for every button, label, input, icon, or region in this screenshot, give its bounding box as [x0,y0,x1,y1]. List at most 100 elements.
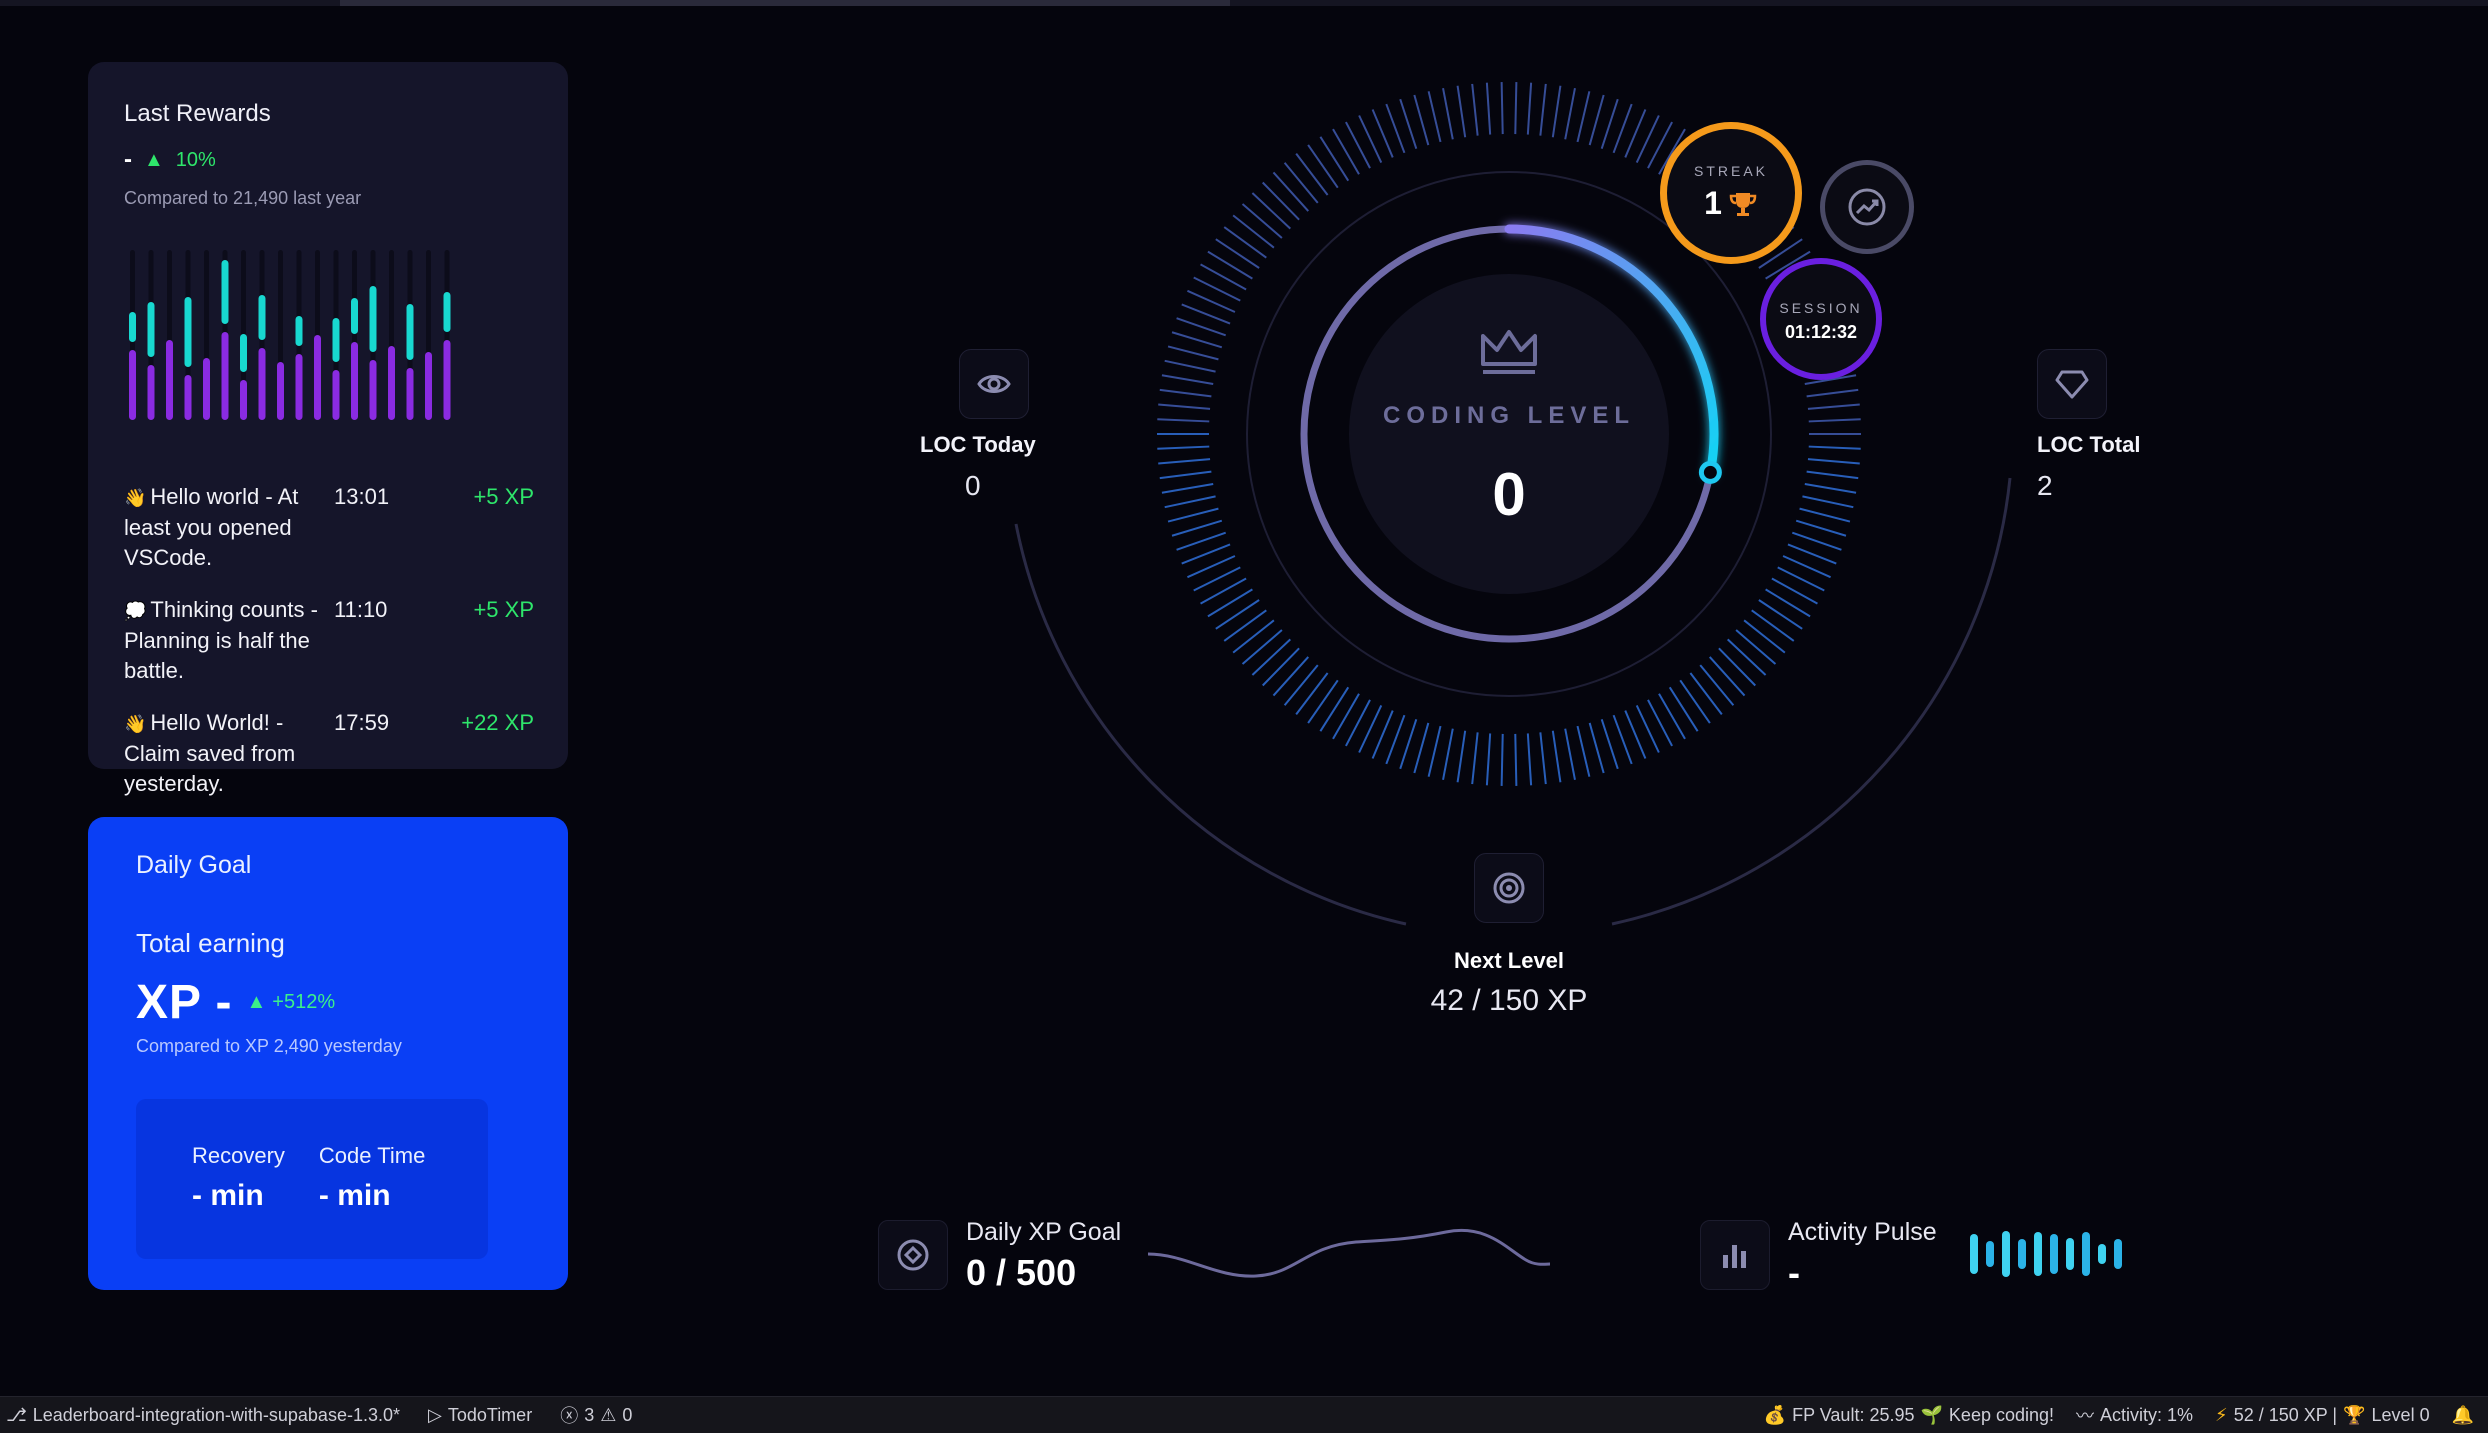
money-bag-icon: 💰 [1763,1404,1787,1425]
loc-today-icon-box[interactable] [959,349,1029,419]
daily-xp-goal-value: 0 / 500 [966,1252,1077,1293]
coding-level-label: CODING LEVEL [1382,402,1635,429]
dial-tick [1262,647,1300,687]
rewards-change-row: - ▲ 10% [124,146,532,174]
spark-bar-cyan [129,312,136,342]
rewards-title: Last Rewards [124,100,271,127]
dial-tick [1385,103,1406,154]
activity-pulse-icon-box[interactable] [1700,1220,1770,1290]
todo-timer-status[interactable]: ▷ TodoTimer [428,1405,532,1426]
dial-tick [1456,85,1467,138]
eye-icon [977,375,1011,393]
spark-bar-purple [129,350,136,420]
dial-tick [1576,91,1591,143]
spark-bar-purple [295,354,303,420]
rewards-compare: Compared to 21,490 last year [124,188,362,208]
dial-tick [1171,331,1223,349]
reward-xp: +22 XP [461,710,534,735]
dial-tick [1539,732,1547,785]
pulse-bar [2050,1234,2058,1274]
dial-tick [1200,577,1247,605]
dial-tick [1735,629,1777,665]
dial-tick [1283,664,1319,706]
status-bar: ⎇ Leaderboard-integration-with-supabase-… [0,1396,2488,1433]
dial-tick [1485,733,1492,786]
dial-tick [1808,418,1861,423]
time-summary-panel: Recovery - min Code Time - min [136,1099,488,1259]
dial-tick [1207,250,1253,280]
xp-status[interactable]: ⚡ 52 / 150 XP | 🏆 Level 0 [2215,1405,2430,1426]
dial-tick [1806,470,1859,480]
dial-tick [1612,103,1633,154]
dial-tick [1699,664,1735,706]
dial-tick [1399,719,1418,770]
warning-count: 0 [622,1404,633,1425]
pulse-bar [2082,1232,2090,1276]
level-progress-knob[interactable] [1698,460,1722,484]
code-time-value: - min [318,1179,391,1212]
code-time-label: Code Time [318,1143,426,1168]
dial-tick [1588,94,1605,146]
dial-tick [1708,656,1746,697]
dial-tick [1319,686,1350,732]
dial-tick [1200,263,1247,291]
branch-status[interactable]: ⎇ Leaderboard-integration-with-supabase-… [6,1405,400,1426]
rewards-value: - [124,146,132,173]
dial-tick [1241,629,1283,665]
reward-text: Thinking counts - Planning is half the b… [124,597,318,683]
dial-tick [1385,714,1406,765]
streak-badge[interactable]: STREAK 1 [1660,122,1802,264]
dial-tick [1207,588,1253,618]
dial-tick [1427,91,1442,143]
dial-tick [1164,359,1216,373]
streak-value: 1 [1704,185,1722,221]
dial-tick [1551,85,1562,138]
spark-bar-cyan [332,318,340,362]
notifications-button[interactable]: 🔔 [2452,1405,2474,1426]
error-count: 3 [584,1404,595,1425]
session-badge[interactable]: SESSION 01:12:32 [1760,258,1882,380]
dial-tick [1171,519,1223,537]
dial-tick [1295,672,1329,715]
fp-vault-status[interactable]: 💰 FP Vault: 25.95 🌱 Keep coding! [1764,1405,2054,1426]
trophy-icon: 🏆 [2343,1404,2366,1425]
next-level-icon-box[interactable] [1474,853,1544,923]
dial-tick [1668,686,1699,732]
dial-tick [1807,458,1860,465]
dial-tick [1223,609,1267,642]
dial-tick [1514,733,1518,786]
fp-vault-text: FP Vault: 25.95 [1792,1404,1915,1425]
xp-change: +512% [272,991,336,1013]
spark-bar-cyan [258,295,266,340]
dial-tick [1727,638,1767,676]
dial-tick [1164,495,1216,509]
dial-tick [1215,238,1260,269]
dial-tick [1526,82,1533,135]
keep-coding-text: Keep coding! [1948,1404,2055,1425]
reward-time: 11:10 [334,597,388,622]
spark-bar-purple [388,346,395,420]
spark-bar-cyan [240,334,247,372]
activity-status[interactable]: 〰 Activity: 1% [2076,1402,2193,1428]
trend-button[interactable] [1820,160,1914,254]
dial-tick [1427,725,1442,777]
spark-bar-cyan [443,292,451,332]
reward-text: Hello World! - Claim saved from yesterda… [124,710,296,796]
trend-chart-icon [1848,188,1886,226]
dial-tick [1564,88,1576,140]
loc-total-icon-box[interactable] [2037,349,2107,419]
dial-tick [1551,730,1562,783]
dial-tick [1514,82,1518,135]
activity-pulse-value: - [1788,1252,1800,1293]
dial-tick [1526,733,1533,786]
activity-pulse-bars [1970,1231,2122,1277]
problems-status[interactable]: ⓧ 3 ⚠ 0 [560,1402,632,1428]
dial-tick [1751,609,1795,642]
dial-tick [1471,83,1479,136]
lightning-icon: ⚡ [2215,1404,2228,1425]
reward-item: 💭 Thinking counts - Planning is half the … [124,595,534,686]
daily-xp-icon-box[interactable] [878,1220,948,1290]
spark-bar-purple [147,365,155,420]
reward-text: Hello world - At least you opened VSCode… [124,484,299,570]
bell-icon: 🔔 [2451,1404,2474,1425]
